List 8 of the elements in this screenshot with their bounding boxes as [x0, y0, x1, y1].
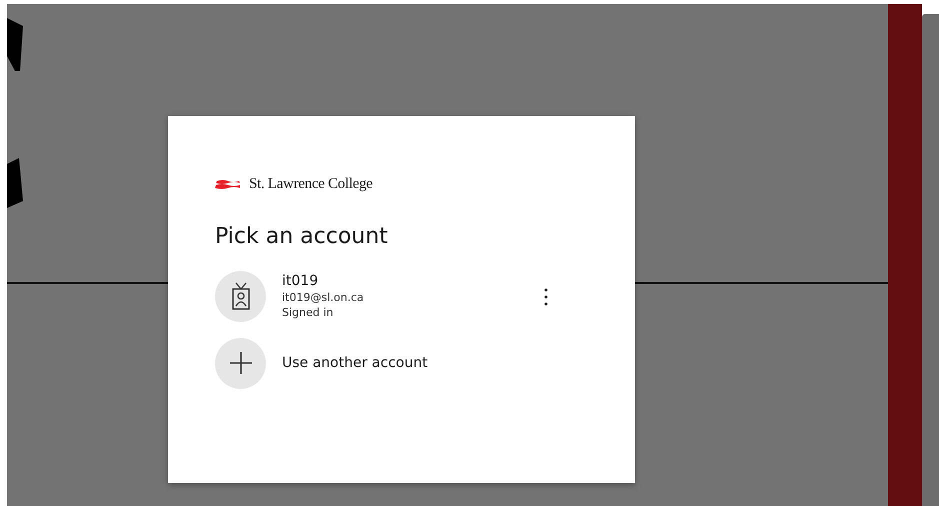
- account-email: it019@sl.on.ca: [282, 290, 364, 304]
- dialog-title: Pick an account: [215, 222, 389, 250]
- account-name: it019: [282, 272, 320, 290]
- logo-icon: [215, 179, 241, 190]
- brand-name: St. Lawrence College: [249, 175, 373, 194]
- use-another-account-link[interactable]: Use another account: [282, 352, 428, 374]
- account-status: Signed in: [282, 304, 334, 320]
- more-options-icon[interactable]: [544, 288, 548, 306]
